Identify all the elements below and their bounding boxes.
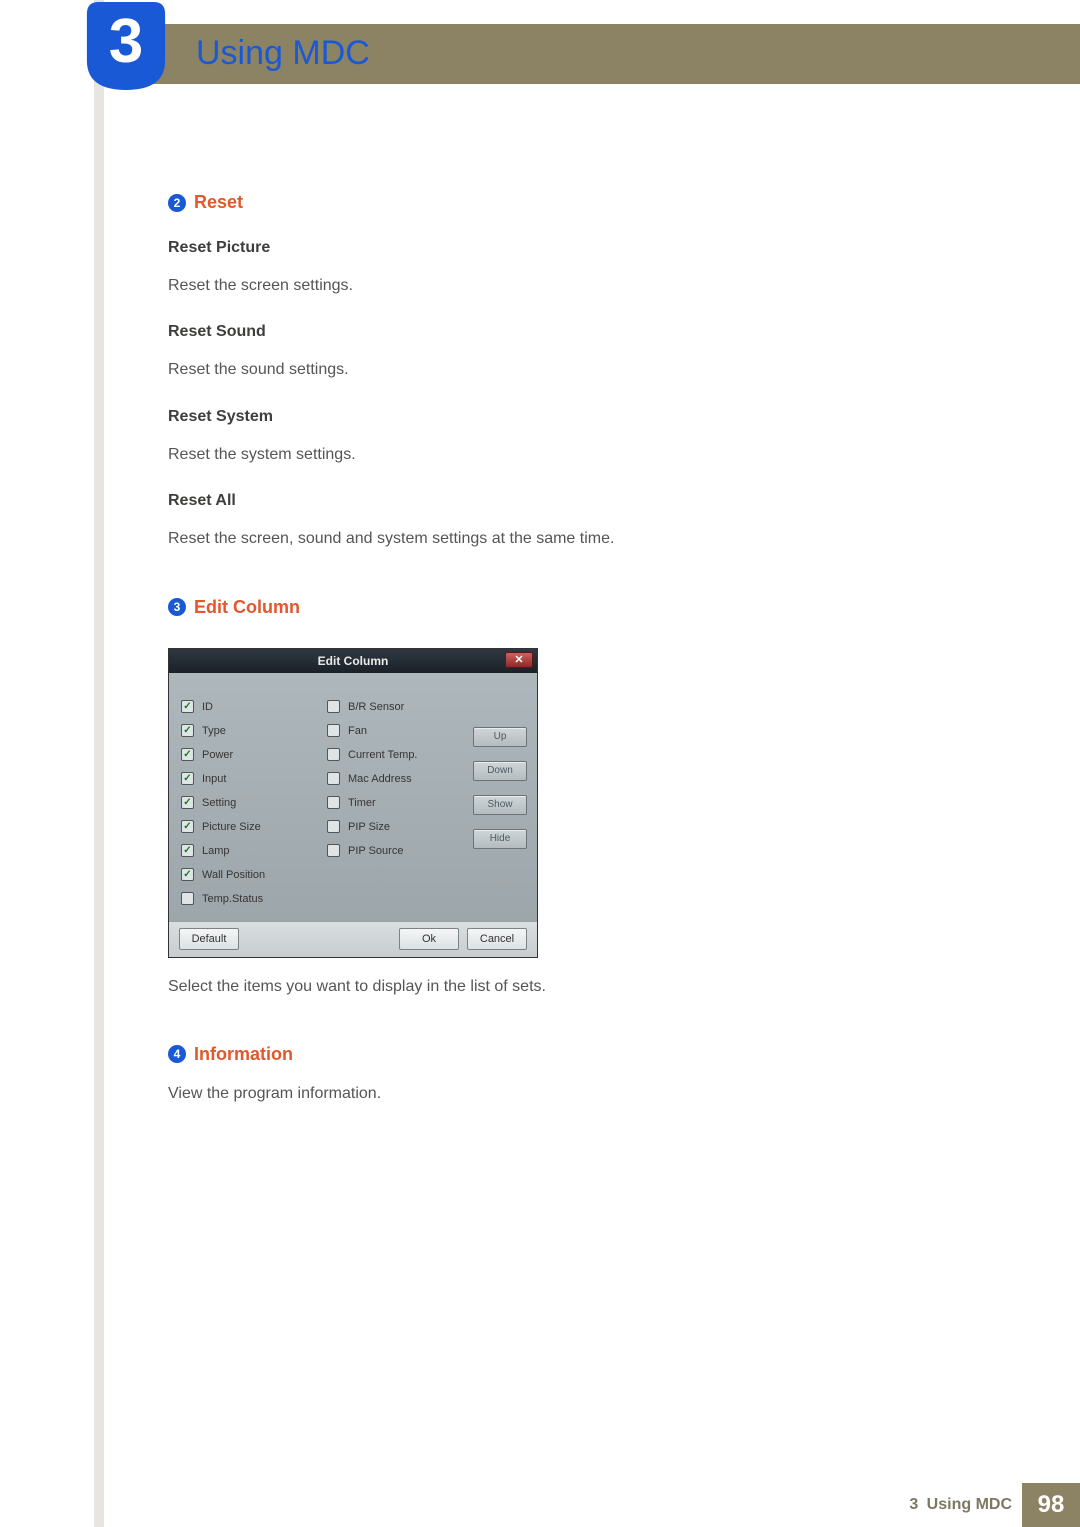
checkbox-icon[interactable] xyxy=(181,868,194,881)
reset-sound-body: Reset the sound settings. xyxy=(168,359,908,381)
list-item[interactable]: B/R Sensor xyxy=(327,695,457,719)
dialog-title: Edit Column xyxy=(318,654,389,668)
dialog-body: ID Type Power Input Setting Picture Size… xyxy=(169,673,537,921)
hide-button[interactable]: Hide xyxy=(473,829,527,849)
dialog-side-buttons: Up Down Show Hide xyxy=(473,695,529,911)
list-item[interactable]: Mac Address xyxy=(327,767,457,791)
down-button[interactable]: Down xyxy=(473,761,527,781)
list-item[interactable]: Setting xyxy=(181,791,311,815)
default-button[interactable]: Default xyxy=(179,928,239,950)
information-body: View the program information. xyxy=(168,1083,908,1105)
list-item[interactable]: ID xyxy=(181,695,311,719)
up-button[interactable]: Up xyxy=(473,727,527,747)
section-number-badge: 3 xyxy=(168,598,186,616)
list-item[interactable]: Lamp xyxy=(181,839,311,863)
list-item[interactable]: Type xyxy=(181,719,311,743)
list-item[interactable]: PIP Size xyxy=(327,815,457,839)
reset-picture-heading: Reset Picture xyxy=(168,239,908,257)
list-item[interactable]: Input xyxy=(181,767,311,791)
list-item-label: Wall Position xyxy=(202,869,265,881)
list-item-label: Picture Size xyxy=(202,821,261,833)
list-item[interactable]: Temp.Status xyxy=(181,887,311,911)
section-edit-column-heading: 3 Edit Column xyxy=(168,597,908,618)
list-item-label: Setting xyxy=(202,797,236,809)
chapter-number: 3 xyxy=(98,6,154,77)
reset-all-body: Reset the screen, sound and system setti… xyxy=(168,528,908,550)
checkbox-icon[interactable] xyxy=(181,700,194,713)
chapter-title: Using MDC xyxy=(196,34,370,73)
dialog-titlebar: Edit Column ✕ xyxy=(169,649,537,673)
section-information-heading: 4 Information xyxy=(168,1044,908,1065)
list-item[interactable]: Timer xyxy=(327,791,457,815)
edit-column-caption: Select the items you want to display in … xyxy=(168,976,908,998)
footer-chapter-title: Using MDC xyxy=(927,1496,1012,1513)
reset-picture-body: Reset the screen settings. xyxy=(168,275,908,297)
list-item-label: PIP Source xyxy=(348,845,403,857)
checkbox-icon[interactable] xyxy=(181,772,194,785)
section-reset-heading: 2 Reset xyxy=(168,192,908,213)
list-item-label: Type xyxy=(202,725,226,737)
ok-button[interactable]: Ok xyxy=(399,928,459,950)
checkbox-icon[interactable] xyxy=(327,748,340,761)
checkbox-icon[interactable] xyxy=(181,820,194,833)
content-area: 2 Reset Reset Picture Reset the screen s… xyxy=(168,192,908,1105)
list-item-label: Power xyxy=(202,749,233,761)
list-item[interactable]: Current Temp. xyxy=(327,743,457,767)
footer-chapter-number: 3 xyxy=(909,1496,918,1513)
checkbox-icon[interactable] xyxy=(327,700,340,713)
section-label: Reset xyxy=(194,192,243,213)
list-item-label: Current Temp. xyxy=(348,749,418,761)
section-label: Edit Column xyxy=(194,597,300,618)
page-number: 98 xyxy=(1022,1483,1080,1527)
list-item-label: PIP Size xyxy=(348,821,390,833)
show-button[interactable]: Show xyxy=(473,795,527,815)
checkbox-icon[interactable] xyxy=(327,820,340,833)
checkbox-icon[interactable] xyxy=(181,796,194,809)
reset-system-body: Reset the system settings. xyxy=(168,444,908,466)
checkbox-icon[interactable] xyxy=(181,748,194,761)
page-footer: 3 Using MDC 98 xyxy=(0,1483,1080,1527)
list-item-label: B/R Sensor xyxy=(348,701,404,713)
list-item-label: Temp.Status xyxy=(202,893,263,905)
dialog-columns: ID Type Power Input Setting Picture Size… xyxy=(181,695,525,911)
reset-system-heading: Reset System xyxy=(168,408,908,426)
footer-chapter-ref: 3 Using MDC xyxy=(909,1496,1012,1514)
list-item-label: Lamp xyxy=(202,845,230,857)
checkbox-icon[interactable] xyxy=(327,772,340,785)
reset-sound-heading: Reset Sound xyxy=(168,323,908,341)
edit-column-dialog: Edit Column ✕ ID Type Power Input Settin… xyxy=(168,648,538,958)
checkbox-icon[interactable] xyxy=(181,892,194,905)
checkbox-icon[interactable] xyxy=(327,796,340,809)
dialog-footer: Default Ok Cancel xyxy=(169,921,537,957)
checkbox-icon[interactable] xyxy=(181,844,194,857)
section-number-badge: 2 xyxy=(168,194,186,212)
list-item[interactable]: Picture Size xyxy=(181,815,311,839)
reset-all-heading: Reset All xyxy=(168,492,908,510)
list-item[interactable]: PIP Source xyxy=(327,839,457,863)
list-item-label: Timer xyxy=(348,797,376,809)
section-number-badge: 4 xyxy=(168,1045,186,1063)
list-item[interactable]: Wall Position xyxy=(181,863,311,887)
list-item[interactable]: Fan xyxy=(327,719,457,743)
cancel-button[interactable]: Cancel xyxy=(467,928,527,950)
close-icon: ✕ xyxy=(514,653,523,666)
close-button[interactable]: ✕ xyxy=(505,652,533,668)
list-item-label: Mac Address xyxy=(348,773,412,785)
checkbox-icon[interactable] xyxy=(181,724,194,737)
column-list-2: B/R Sensor Fan Current Temp. Mac Address… xyxy=(327,695,457,911)
list-item-label: Fan xyxy=(348,725,367,737)
checkbox-icon[interactable] xyxy=(327,724,340,737)
list-item[interactable]: Power xyxy=(181,743,311,767)
list-item-label: Input xyxy=(202,773,226,785)
column-list-1: ID Type Power Input Setting Picture Size… xyxy=(181,695,311,911)
checkbox-icon[interactable] xyxy=(327,844,340,857)
list-item-label: ID xyxy=(202,701,213,713)
side-accent-bar xyxy=(94,0,104,1527)
section-label: Information xyxy=(194,1044,293,1065)
page: 3 Using MDC 2 Reset Reset Picture Reset … xyxy=(0,0,1080,1527)
